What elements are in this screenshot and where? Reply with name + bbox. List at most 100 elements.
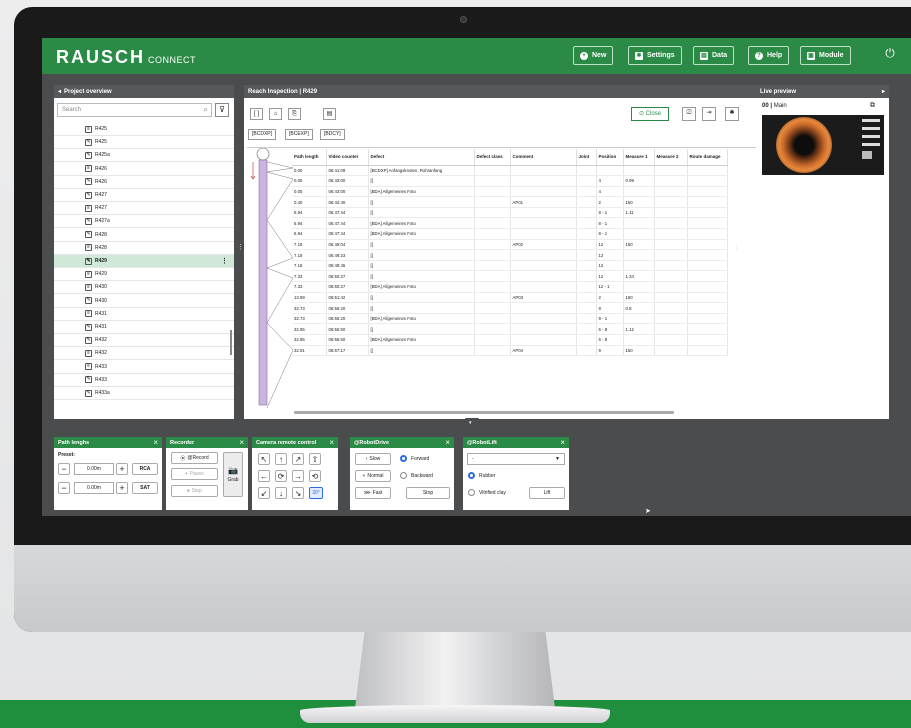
tree-item[interactable]: ≡ R428 [54, 242, 234, 255]
table-row[interactable]: 7.18 06:49:45[] 12 [292, 260, 728, 272]
path-length-input-2[interactable]: 0.00m [74, 482, 114, 494]
table-row[interactable]: 7.33 06:50:27[] 12 1.34 [292, 270, 728, 283]
fast-button[interactable]: ⋙ Fast [355, 487, 391, 499]
drawer-tab[interactable]: ▾ [461, 418, 483, 431]
stop-button[interactable]: ⏹ Stop [171, 485, 218, 497]
search-input[interactable]: Search ⌕ [57, 103, 212, 117]
tree-item[interactable]: ✎ R432 [54, 334, 234, 348]
table-row[interactable]: 0.00 06:41:09 [BCDXP] Anfangsknoten, Rohra… [292, 165, 728, 177]
column-header[interactable]: Path length [292, 149, 327, 166]
tree-item[interactable]: ✎ R433a [54, 387, 234, 400]
close-icon[interactable]: × [445, 438, 450, 447]
lift-material-select[interactable]: - ▼ [467, 453, 565, 465]
record-button[interactable]: ⦿ @Record [171, 452, 218, 464]
tree-item[interactable]: ✎ R425 [54, 136, 234, 150]
new-button[interactable]: + New [573, 46, 614, 65]
tree-item[interactable]: ≡ R431 [54, 308, 234, 321]
filter-icon[interactable]: ⊽ [215, 103, 229, 117]
splitter-handle[interactable]: ⋮ [237, 243, 244, 251]
column-header[interactable]: Measure 1 [623, 149, 655, 166]
module-button[interactable]: ▣ Module [800, 46, 851, 65]
power-icon[interactable]: ⏻ [883, 46, 897, 60]
tree-item[interactable]: ✎ R431 [54, 321, 234, 334]
column-header[interactable]: Joint [576, 149, 597, 166]
tree-item[interactable]: ✎ R429 ⋮ [54, 255, 234, 268]
expand-icon[interactable]: ⧉ [870, 102, 875, 110]
arrow-up-icon[interactable]: ↑ [275, 453, 287, 465]
settings-button[interactable]: ✱ Settings [628, 46, 682, 65]
rca-button[interactable]: RCA [132, 463, 158, 475]
table-row[interactable]: 32.73 06:56:20 [BDA] Allgemeines Foto 9 - 1 [292, 313, 728, 325]
plus-button-2[interactable]: + [116, 482, 128, 494]
close-icon[interactable]: × [153, 438, 158, 447]
project-overview-header[interactable]: ◂ Project overview [54, 85, 234, 98]
arrow-down-right-icon[interactable]: ↘ [292, 487, 304, 499]
sat-button[interactable]: SAT [132, 482, 158, 494]
drive-stop-button[interactable]: Stop [406, 487, 450, 499]
arrow-up-right-icon[interactable]: ↗ [292, 453, 304, 465]
tree-item[interactable]: ≡ R426 [54, 163, 234, 176]
column-header[interactable]: Defect [368, 149, 475, 166]
table-row[interactable]: 6.94 06:47:44 [BDA] Allgemeines Foto 8 - 1 [292, 217, 728, 230]
folder-icon[interactable]: ⌂ [269, 108, 282, 120]
grab-button[interactable]: 📷 Grab [223, 452, 243, 497]
tree-scrollbar[interactable] [230, 330, 232, 355]
table-row[interactable]: 6.94 06:47:44 [BDA] Allgemeines Foto 8 - 1 [292, 228, 728, 240]
column-header[interactable]: Measure 2 [654, 149, 688, 166]
rotate-icon[interactable]: ⟳ [275, 470, 287, 482]
clipboard-icon[interactable]: ▤ [323, 108, 336, 120]
tree-item[interactable]: ✎ R425a [54, 149, 234, 163]
tree-item[interactable]: ≡ R432 [54, 347, 234, 361]
tag-bcdxp[interactable]: [BCDXP] [248, 129, 277, 140]
arrow-left-icon[interactable]: ← [258, 470, 270, 482]
more-icon[interactable]: ⋮ [221, 257, 228, 265]
lift-button[interactable]: Lift [529, 487, 565, 499]
tree-item[interactable]: ✎ R427a [54, 215, 234, 229]
close-button[interactable]: ⊙ Close [631, 107, 669, 121]
table-row[interactable]: 7.18 06:49:23[] 12 [292, 249, 728, 261]
tag-bcexp[interactable]: [BCEXP] [285, 129, 313, 140]
table-row[interactable]: 13.99 06:51:42[] AP03 2 150 [292, 292, 728, 304]
bracket-icon[interactable]: [ ] [250, 108, 263, 120]
arrow-up-left-icon[interactable]: ↖ [258, 453, 270, 465]
tree-item[interactable]: ✎ R433 [54, 374, 234, 387]
close-icon[interactable]: × [239, 438, 244, 447]
slow-button[interactable]: › Slow [355, 453, 391, 465]
table-row[interactable]: 32.85 06:56:50[] 6 - 8 1.12 [292, 323, 728, 335]
tree-item[interactable]: ≡ R425 [54, 123, 234, 136]
tree-item[interactable]: ✎ R430 [54, 295, 234, 308]
table-row[interactable]: 7.18 06:49:04[] AP02 12 150 [292, 239, 728, 251]
tree-item[interactable]: ≡ R429 [54, 268, 234, 282]
tag-bdcy[interactable]: [BDCY] [320, 129, 345, 140]
help-button[interactable]: ? Help [748, 46, 790, 65]
minus-button-2[interactable]: − [58, 482, 70, 494]
table-row[interactable]: 32.91 06:57:17[] AP04 9 150 [292, 345, 728, 357]
plus-button[interactable]: + [116, 463, 128, 475]
close-icon[interactable]: × [329, 438, 334, 447]
table-h-scrollbar[interactable] [294, 411, 674, 414]
normal-button[interactable]: » Normal [355, 470, 391, 482]
tree-item[interactable]: ≡ R433 [54, 361, 234, 374]
column-header[interactable]: Defect class [474, 149, 511, 166]
pause-button[interactable]: ⏸ Pause [171, 468, 218, 480]
splitter-handle-right[interactable]: ⋮ [733, 243, 740, 251]
arrow-down-icon[interactable]: ↓ [275, 487, 287, 499]
column-header[interactable]: Comment [510, 149, 577, 166]
tree-item[interactable]: ≡ R430 [54, 281, 234, 295]
rubber-radio[interactable] [468, 472, 475, 479]
tree-item[interactable]: ✎ R426 [54, 176, 234, 189]
table-row[interactable]: 0.05 06:43:00 [BDA] Allgemeines Foto 4 [292, 186, 728, 198]
arrow-right-icon[interactable]: → [292, 470, 304, 482]
backward-radio[interactable] [400, 472, 407, 479]
angle-30-button[interactable]: 30° [309, 487, 323, 499]
comment-icon[interactable]: ⎚ [682, 107, 696, 121]
close-icon[interactable]: × [560, 438, 565, 447]
table-row[interactable]: 0.05 06:43:00[] 4 0.99 [292, 175, 728, 187]
copy-icon[interactable]: ⎘ [288, 108, 301, 120]
table-row[interactable]: 7.33 06:50:27 [BDA] Allgemeines Foto 12 - 1 [292, 281, 728, 293]
column-header[interactable]: Position [596, 149, 624, 166]
table-row[interactable]: 0.40 06:44:40[] AP01 2 150 [292, 196, 728, 208]
column-header[interactable]: Video counter [326, 149, 369, 166]
home-up-icon[interactable]: ⇧ [309, 453, 321, 465]
table-row[interactable]: 32.85 06:56:50 [BDA] Allgemeines Foto 6 - 8 [292, 334, 728, 346]
